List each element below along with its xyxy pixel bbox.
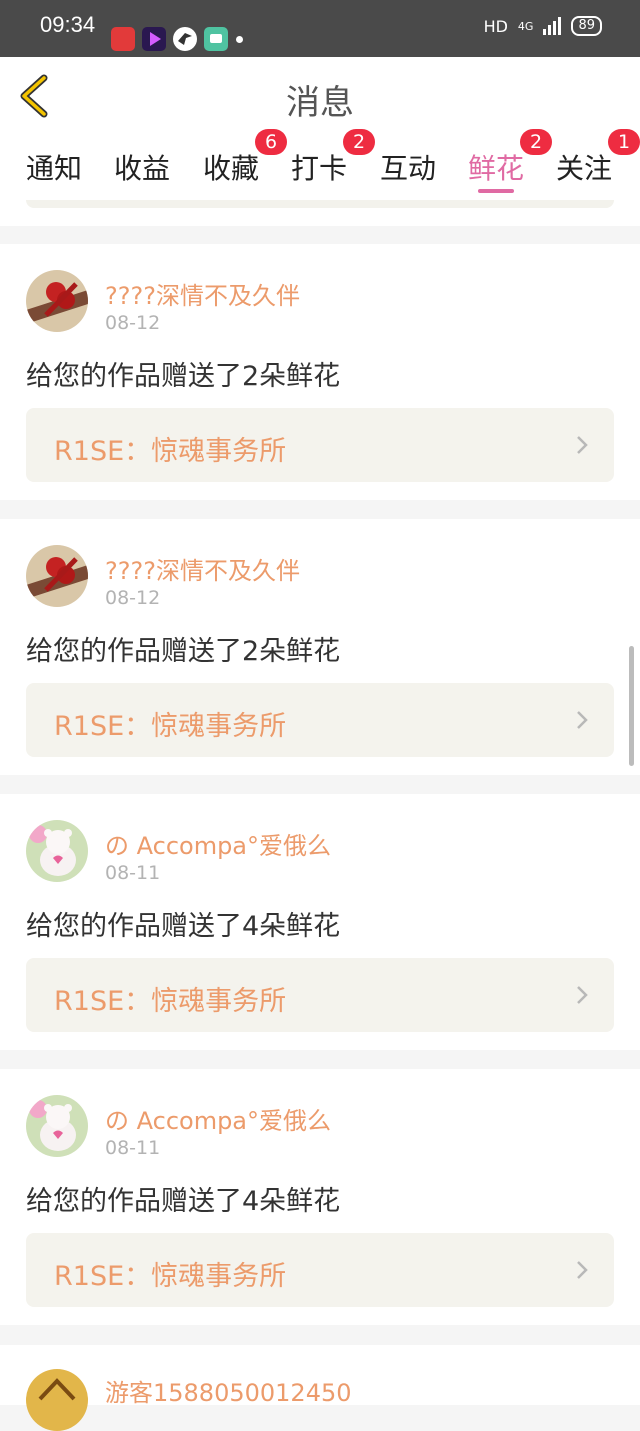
avatar[interactable] [26,820,88,882]
message-text: 给您的作品赠送了4朵鲜花 [26,1186,341,1217]
message-text: 给您的作品赠送了2朵鲜花 [26,636,341,667]
tab-checkin-badge: 2 [343,129,375,155]
app-chat-icon [204,27,228,51]
tab-flowers-badge: 2 [520,129,552,155]
tab-flowers[interactable]: 鲜花 [468,147,524,187]
hd-indicator: HD [483,16,508,36]
avatar[interactable] [26,1095,88,1157]
previous-item-edge [0,200,640,226]
list-item-partial: 游客1588050012450 [0,1345,640,1431]
scrollbar[interactable] [629,646,634,766]
message-text: 给您的作品赠送了2朵鲜花 [26,361,341,392]
work-title: R1SE：惊魂事务所 [54,711,287,742]
list-item: の Accompa°爱俄么 08-11 给您的作品赠送了4朵鲜花 R1SE：惊魂… [0,794,640,1050]
app-video-icon [142,27,166,51]
chevron-right-icon [577,436,588,454]
page-title: 消息 [286,83,354,123]
status-right: HD 4G 89 [484,16,602,36]
avatar[interactable] [26,270,88,332]
work-link[interactable]: R1SE：惊魂事务所 [26,958,614,1032]
chevron-right-icon [577,986,588,1004]
avatar[interactable] [26,1369,88,1431]
avatar[interactable] [26,545,88,607]
tab-follow-badge: 1 [608,129,640,155]
message-date: 08-12 [105,587,161,609]
work-title: R1SE：惊魂事务所 [54,436,287,467]
work-link[interactable]: R1SE：惊魂事务所 [26,408,614,482]
tab-checkin[interactable]: 打卡 [291,147,347,187]
list-item: の Accompa°爱俄么 08-11 给您的作品赠送了4朵鲜花 R1SE：惊魂… [0,1069,640,1325]
tab-bar: 通知 收益 收藏 6 打卡 2 互动 鲜花 2 关注 1 [0,129,640,200]
battery-icon: 89 [571,16,602,36]
tab-interaction[interactable]: 互动 [380,147,436,187]
signal-icon [543,17,562,35]
tab-notice[interactable]: 通知 [26,147,82,187]
work-link[interactable]: R1SE：惊魂事务所 [26,683,614,757]
app-heart-icon [111,27,135,51]
list-item: ????深情不及久伴 08-12 给您的作品赠送了2朵鲜花 R1SE：惊魂事务所 [0,244,640,500]
app-bird-icon [173,27,197,51]
user-name[interactable]: の Accompa°爱俄么 [105,1101,331,1136]
chevron-right-icon [577,711,588,729]
tab-income[interactable]: 收益 [114,147,170,187]
message-date: 08-12 [105,312,161,334]
header: 消息 [0,57,640,136]
tab-favorites-badge: 6 [255,129,287,155]
work-title: R1SE：惊魂事务所 [54,1261,287,1292]
tab-follow[interactable]: 关注 [556,147,612,187]
work-link[interactable]: R1SE：惊魂事务所 [26,1233,614,1307]
message-date: 08-11 [105,1137,161,1159]
user-name[interactable]: ????深情不及久伴 [105,276,300,311]
notification-dot-icon [236,36,243,43]
status-time: 09:34 [40,12,96,37]
active-tab-indicator [478,189,514,193]
signal-label: 4G [517,19,534,33]
tab-favorites[interactable]: 收藏 [203,147,259,187]
chevron-right-icon [577,1261,588,1279]
user-name[interactable]: 游客1588050012450 [105,1373,352,1408]
list-item: ????深情不及久伴 08-12 给您的作品赠送了2朵鲜花 R1SE：惊魂事务所 [0,519,640,775]
user-name[interactable]: ????深情不及久伴 [105,551,300,586]
status-bar: 09:34 HD 4G 89 [0,0,640,57]
message-text: 给您的作品赠送了4朵鲜花 [26,911,341,942]
work-title: R1SE：惊魂事务所 [54,986,287,1017]
message-date: 08-11 [105,862,161,884]
user-name[interactable]: の Accompa°爱俄么 [105,826,331,861]
